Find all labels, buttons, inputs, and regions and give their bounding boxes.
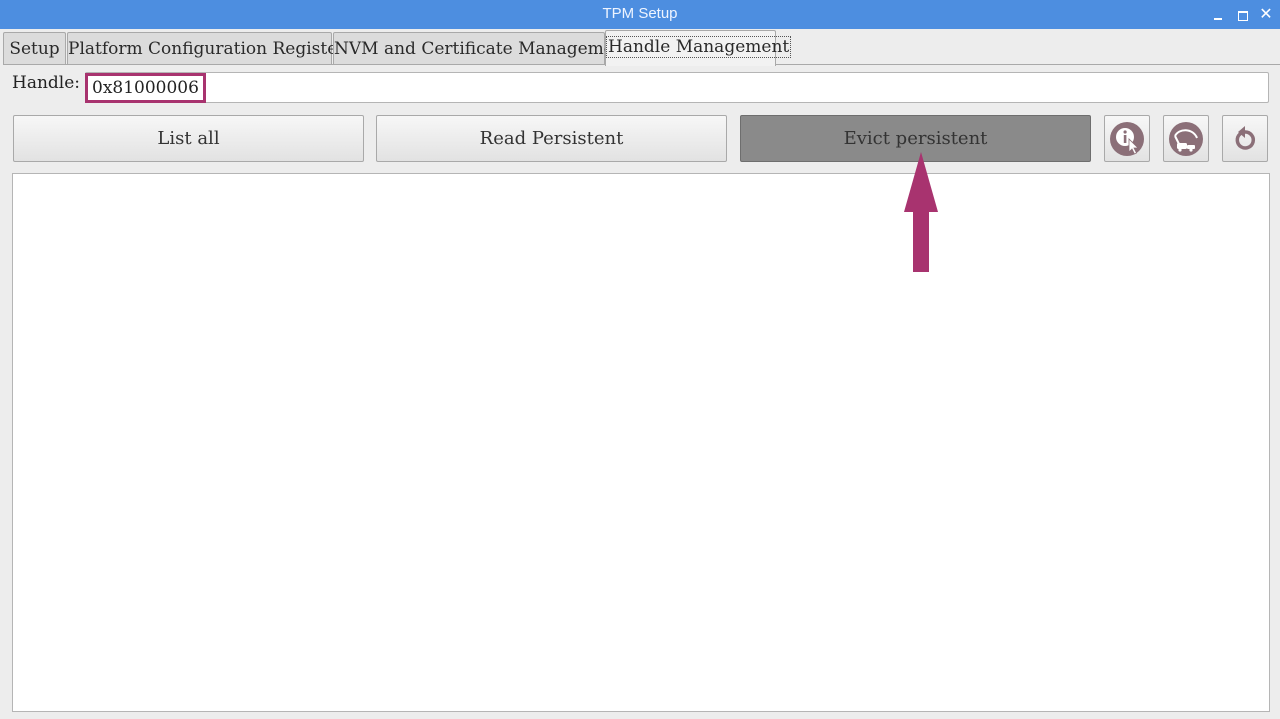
window-titlebar: TPM Setup ✕ bbox=[0, 0, 1280, 29]
tab-setup[interactable]: Setup bbox=[3, 32, 66, 65]
reset-button[interactable] bbox=[1222, 115, 1268, 162]
handle-input[interactable] bbox=[85, 72, 1269, 103]
tab-handle-management[interactable]: Handle Management bbox=[605, 30, 792, 66]
tab-label: Platform Configuration Registers bbox=[68, 39, 355, 59]
tab-label: NVM and Certificate Management bbox=[334, 39, 632, 59]
close-icon[interactable]: ✕ bbox=[1256, 4, 1276, 24]
tab-label: Setup bbox=[9, 39, 60, 59]
tab-label: Handle Management bbox=[606, 36, 792, 58]
tab-nvm-certificate-management[interactable]: NVM and Certificate Management bbox=[333, 32, 632, 65]
annotation-arrow-icon bbox=[904, 152, 938, 272]
list-all-button[interactable]: List all bbox=[13, 115, 364, 162]
handle-value-highlight[interactable]: 0x81000006 bbox=[85, 73, 206, 103]
output-area[interactable] bbox=[12, 173, 1270, 712]
handle-label: Handle: bbox=[12, 73, 81, 93]
minimize-icon[interactable] bbox=[1208, 4, 1228, 24]
window-title: TPM Setup bbox=[602, 5, 678, 22]
info-pointer-icon bbox=[1110, 122, 1144, 156]
maximize-icon[interactable] bbox=[1232, 4, 1252, 24]
tab-bar: Setup Platform Configuration Registers N… bbox=[0, 29, 1280, 66]
info-button[interactable] bbox=[1104, 115, 1150, 162]
clean-button[interactable] bbox=[1163, 115, 1209, 162]
read-persistent-button[interactable]: Read Persistent bbox=[376, 115, 727, 162]
vacuum-cleaner-icon bbox=[1169, 122, 1203, 156]
tab-platform-configuration-registers[interactable]: Platform Configuration Registers bbox=[67, 32, 354, 65]
undo-arrow-icon bbox=[1235, 126, 1255, 150]
